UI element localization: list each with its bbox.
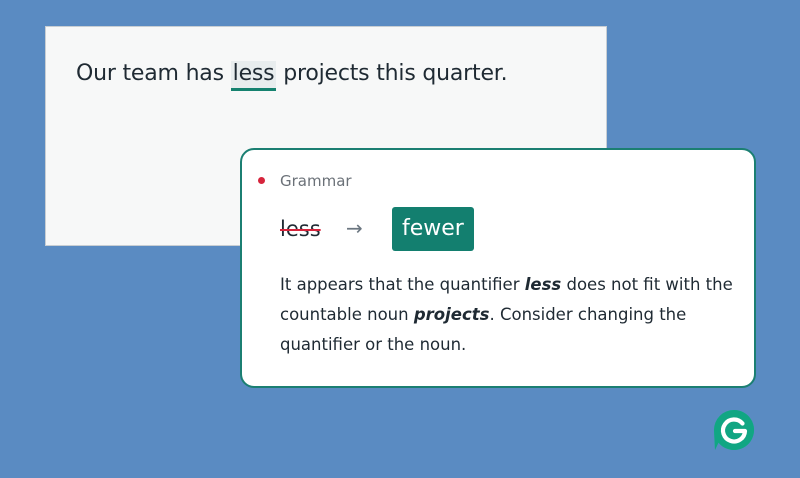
- alert-dot-icon: [258, 177, 265, 184]
- explanation-emphasis-2: projects: [413, 305, 490, 324]
- flagged-word[interactable]: less: [230, 61, 277, 91]
- accept-suggestion-button[interactable]: fewer: [392, 207, 474, 251]
- grammarly-logo-icon[interactable]: [713, 409, 755, 451]
- sentence-after: projects this quarter.: [276, 61, 508, 86]
- explanation-text-1: It appears that the quantifier: [280, 275, 525, 294]
- original-word: less: [280, 217, 321, 241]
- sentence-before: Our team has: [76, 61, 231, 86]
- right-arrow-icon: →: [346, 216, 363, 240]
- editor-sentence: Our team has less projects this quarter.: [76, 61, 508, 91]
- explanation-emphasis-1: less: [524, 275, 562, 294]
- suggestion-card[interactable]: Grammar less → fewer It appears that the…: [240, 148, 756, 388]
- suggestion-category: Grammar: [280, 172, 352, 190]
- suggestion-explanation: It appears that the quantifier less does…: [280, 270, 740, 360]
